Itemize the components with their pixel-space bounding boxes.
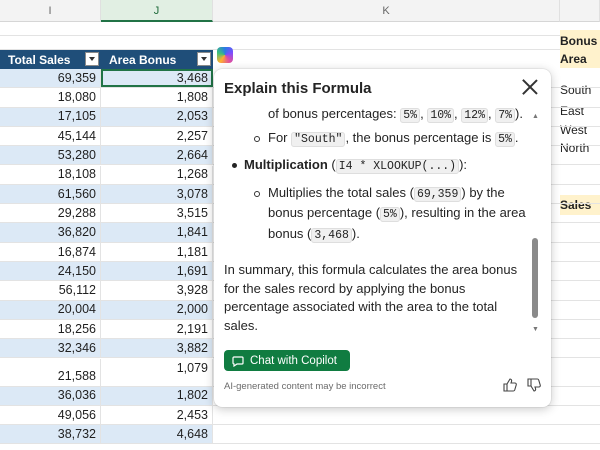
code-percent: 12%	[461, 108, 488, 123]
total-sales-cell[interactable]: 17,105	[0, 107, 101, 126]
total-sales-cell[interactable]: 45,144	[0, 126, 101, 146]
area-bonus-cell[interactable]: 2,453	[101, 405, 213, 425]
total-sales-cell[interactable]: 24,150	[0, 262, 101, 281]
total-sales-cell[interactable]: 38,732	[0, 425, 101, 444]
column-header-k[interactable]: K	[213, 0, 560, 22]
multiplication-label: Multiplication	[244, 157, 328, 172]
text: For	[268, 129, 288, 145]
list-item-south: For "South", the bonus percentage is 5%.	[224, 129, 530, 150]
area-bonus-cell[interactable]: 2,053	[101, 107, 213, 126]
filter-icon[interactable]	[197, 52, 211, 66]
total-sales-cell[interactable]: 20,004	[0, 300, 101, 319]
area-bonus-cell[interactable]: 1,691	[101, 262, 213, 281]
code-percent: 5%	[380, 207, 400, 222]
area-bonus-cell[interactable]: 1,802	[101, 386, 213, 405]
code-percent: 10%	[427, 108, 455, 123]
total-sales-cell[interactable]: 61,560	[0, 184, 101, 204]
total-sales-cell[interactable]: 18,108	[0, 165, 101, 184]
close-icon[interactable]	[521, 78, 539, 96]
text: , the bonus percentage is	[345, 129, 492, 145]
list-item-multiply-detail: Multiplies the total sales (69,359) by t…	[224, 184, 530, 246]
area-bonus-cell[interactable]: 2,664	[101, 146, 213, 165]
chat-with-copilot-button[interactable]: Chat with Copilot	[224, 350, 350, 371]
chat-icon	[232, 355, 244, 367]
column-header-l[interactable]	[560, 0, 600, 22]
text: Multiplies the total sales (	[268, 184, 414, 200]
code-percent: 5%	[495, 131, 515, 147]
total-sales-cell[interactable]: 16,874	[0, 242, 101, 261]
total-sales-cell[interactable]: 69,359	[0, 69, 101, 88]
column-header-label: J	[153, 5, 160, 17]
text: ).	[351, 225, 360, 241]
text: ), resulting in the	[399, 205, 496, 220]
table-row[interactable]: 49,056 2,453	[0, 405, 600, 426]
area-bonus-cell[interactable]: 2,257	[101, 126, 213, 146]
column-header-i[interactable]: I	[0, 0, 101, 22]
text: of bonus percentages:	[268, 106, 397, 121]
column-header-label: I	[48, 5, 52, 17]
total-sales-cell[interactable]: 56,112	[0, 281, 101, 300]
scrollbar[interactable]: ▲ ▼	[532, 113, 539, 333]
code-bonus: 3,468	[311, 227, 352, 243]
total-sales-cell[interactable]: 18,256	[0, 319, 101, 339]
area-bonus-cell[interactable]: 3,515	[101, 204, 213, 223]
blank-row	[0, 36, 600, 50]
area-bonus-cell[interactable]: 2,000	[101, 300, 213, 319]
code-percent: 7%	[495, 108, 516, 123]
code-percent: 5%	[400, 108, 421, 123]
area-bonus-cell[interactable]: 1,079	[101, 358, 213, 386]
ai-disclaimer: AI-generated content may be incorrect	[224, 381, 386, 392]
blank-row	[0, 22, 600, 36]
bonus-area-header-line2: Area	[560, 52, 587, 66]
area-bonus-cell[interactable]: 3,468	[101, 69, 213, 88]
area-bonus-cell[interactable]: 2,191	[101, 319, 213, 339]
total-sales-cell[interactable]: 36,820	[0, 223, 101, 242]
area-bonus-cell[interactable]: 3,882	[101, 339, 213, 358]
table-header-label: Total Sales	[8, 52, 71, 67]
area-bonus-cell[interactable]: 1,181	[101, 242, 213, 261]
thumbs-up-icon[interactable]	[502, 377, 518, 393]
list-item-multiplication: Multiplication (I4 * XLOOKUP(...)):	[224, 156, 530, 177]
total-sales-cell[interactable]: 49,056	[0, 405, 101, 425]
code-sales: 69,359	[413, 186, 462, 202]
scrollbar-thumb[interactable]	[532, 238, 538, 318]
area-bonus-cell[interactable]: 1,841	[101, 223, 213, 242]
total-sales-cell[interactable]: 32,346	[0, 339, 101, 358]
summary-paragraph: In summary, this formula calculates the …	[224, 262, 518, 333]
area-bonus-cell[interactable]: 1,268	[101, 165, 213, 184]
text: bonus percentage (	[268, 205, 381, 220]
table-header-total-sales[interactable]: Total Sales	[0, 50, 101, 69]
text: ) by the	[461, 184, 505, 200]
panel-title: Explain this Formula	[224, 80, 372, 97]
scroll-down-icon[interactable]: ▼	[532, 326, 539, 333]
total-sales-cell[interactable]: 29,288	[0, 204, 101, 223]
area-bonus-cell[interactable]: 4,648	[101, 425, 213, 444]
area-bonus-cell[interactable]: 1,808	[101, 88, 213, 107]
filter-icon[interactable]	[85, 52, 99, 66]
explanation-content[interactable]: of bonus percentages: 5%, 10%, 12%, 7%).…	[224, 105, 530, 341]
total-sales-cell[interactable]: 21,588	[0, 358, 101, 386]
total-sales-cell[interactable]: 18,080	[0, 88, 101, 107]
column-header-label: K	[382, 5, 390, 17]
code-formula: I4 * XLOOKUP(...)	[335, 159, 460, 174]
copilot-explain-panel: Explain this Formula of bonus percentage…	[214, 69, 551, 407]
area-bonus-cell[interactable]: 3,928	[101, 281, 213, 300]
table-row[interactable]: 38,732 4,648	[0, 425, 600, 445]
table-header-area-bonus[interactable]: Area Bonus	[101, 50, 213, 69]
thumbs-down-icon[interactable]	[526, 377, 542, 393]
copilot-icon[interactable]	[217, 47, 233, 63]
column-header-j[interactable]: J	[101, 0, 213, 22]
bonus-area-header-line1: Bonus	[560, 34, 598, 48]
chat-button-label: Chat with Copilot	[250, 354, 337, 367]
list-continuation: of bonus percentages: 5%, 10%, 12%, 7%).	[268, 106, 523, 123]
code-south: "South"	[291, 131, 346, 147]
scroll-up-icon[interactable]: ▲	[532, 113, 539, 120]
total-sales-cell[interactable]: 53,280	[0, 146, 101, 165]
table-header-label: Area Bonus	[109, 52, 177, 67]
total-sales-cell[interactable]: 36,036	[0, 386, 101, 405]
area-bonus-cell[interactable]: 3,078	[101, 184, 213, 204]
